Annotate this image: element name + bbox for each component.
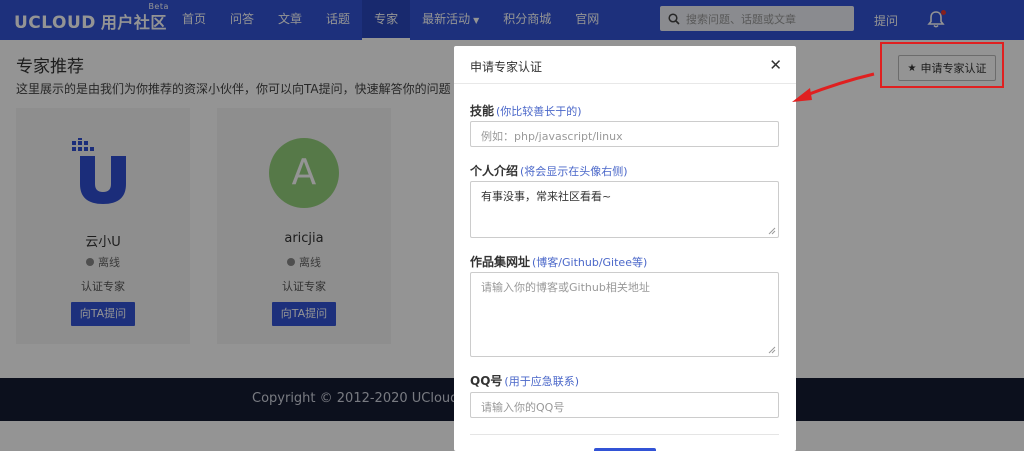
bio-hint: (将会显示在头像右侧) xyxy=(520,165,628,178)
resize-handle-icon[interactable] xyxy=(768,346,776,354)
qq-hint: (用于应急联系) xyxy=(504,375,579,388)
portfolio-placeholder: 请输入你的博客或Github相关地址 xyxy=(481,281,650,294)
skills-placeholder: 例如：php/javascript/linux xyxy=(481,130,623,143)
apply-expert-dialog: 申请专家认证 ✕ 技能 (你比较善长于的) 例如：php/javascript/l… xyxy=(454,46,796,451)
portfolio-label: 作品集网址 (博客/Github/Gitee等) xyxy=(470,255,648,269)
dialog-title: 申请专家认证 xyxy=(470,60,543,74)
annotation-arrow xyxy=(792,72,875,102)
skills-input[interactable]: 例如：php/javascript/linux xyxy=(470,121,779,147)
highlight-box xyxy=(880,42,1004,88)
qq-label: QQ号 (用于应急联系) xyxy=(470,374,579,388)
portfolio-textarea[interactable]: 请输入你的博客或Github相关地址 xyxy=(470,272,779,357)
portfolio-hint: (博客/Github/Gitee等) xyxy=(532,256,648,269)
dialog-header: 申请专家认证 ✕ xyxy=(454,46,796,84)
resize-handle-icon[interactable] xyxy=(768,227,776,235)
qq-input[interactable]: 请输入你的QQ号 xyxy=(470,392,779,418)
dialog-divider xyxy=(470,434,779,435)
bio-textarea[interactable]: 有事没事，常来社区看看~ xyxy=(470,181,779,238)
bio-value: 有事没事，常来社区看看~ xyxy=(481,190,612,203)
close-icon[interactable]: ✕ xyxy=(769,56,782,74)
qq-placeholder: 请输入你的QQ号 xyxy=(481,401,565,414)
skills-label: 技能 (你比较善长于的) xyxy=(470,104,582,118)
bio-label: 个人介绍 (将会显示在头像右侧) xyxy=(470,164,628,178)
skills-hint: (你比较善长于的) xyxy=(496,105,582,118)
